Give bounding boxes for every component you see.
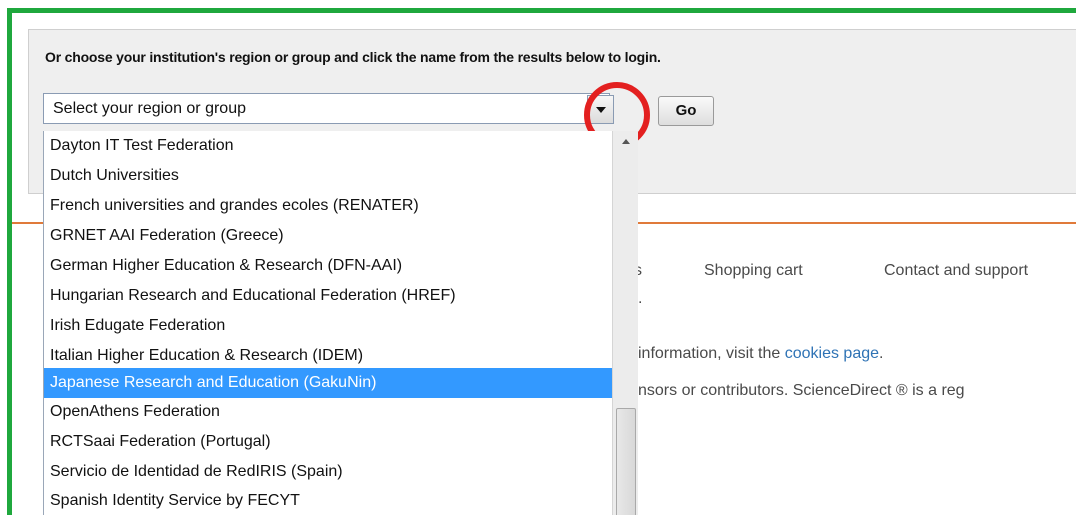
- scrollbar-thumb[interactable]: [616, 408, 636, 515]
- footer-dot: .: [638, 290, 643, 307]
- dropdown-option[interactable]: RCTSaai Federation (Portugal): [44, 427, 612, 457]
- cookies-page-link[interactable]: cookies page: [785, 345, 879, 362]
- dropdown-option[interactable]: Dutch Universities: [44, 161, 612, 191]
- dropdown-option[interactable]: Servicio de Identidad de RedIRIS (Spain): [44, 457, 612, 487]
- dropdown-scrollbar[interactable]: [612, 131, 638, 515]
- dropdown-option[interactable]: Hungarian Research and Educational Feder…: [44, 281, 612, 311]
- scroll-up-icon[interactable]: [617, 135, 635, 147]
- region-select-value: Select your region or group: [53, 100, 246, 117]
- instruction-text: Or choose your institution's region or g…: [45, 49, 661, 65]
- dropdown-option[interactable]: OpenAthens Federation: [44, 397, 612, 427]
- dropdown-option[interactable]: French universities and grandes ecoles (…: [44, 191, 612, 221]
- dropdown-option-selected[interactable]: Japanese Research and Education (GakuNin…: [44, 368, 612, 398]
- dropdown-option[interactable]: Irish Edugate Federation: [44, 311, 612, 341]
- copyright-text: nsors or contributors. ScienceDirect ® i…: [638, 382, 965, 399]
- cookies-suffix: .: [879, 345, 884, 362]
- footer-link-shopping-cart[interactable]: Shopping cart: [704, 262, 803, 280]
- dropdown-option[interactable]: Spanish Identity Service by FECYT: [44, 486, 612, 515]
- region-dropdown-list[interactable]: Dayton IT Test Federation Dutch Universi…: [43, 131, 638, 515]
- dropdown-option[interactable]: Dayton IT Test Federation: [44, 131, 612, 161]
- frame-border-top: [7, 8, 1076, 13]
- dropdown-option[interactable]: Italian Higher Education & Research (IDE…: [44, 341, 612, 371]
- cookies-notice: information, visit the cookies page.: [638, 345, 883, 363]
- go-button[interactable]: Go: [658, 96, 714, 126]
- dropdown-option[interactable]: German Higher Education & Research (DFN-…: [44, 251, 612, 281]
- cookies-prefix: information, visit the: [638, 345, 785, 362]
- region-select[interactable]: Select your region or group: [43, 93, 610, 124]
- footer-link-contact-support[interactable]: Contact and support: [884, 262, 1028, 280]
- frame-border-left: [7, 8, 12, 515]
- dropdown-option[interactable]: GRNET AAI Federation (Greece): [44, 221, 612, 251]
